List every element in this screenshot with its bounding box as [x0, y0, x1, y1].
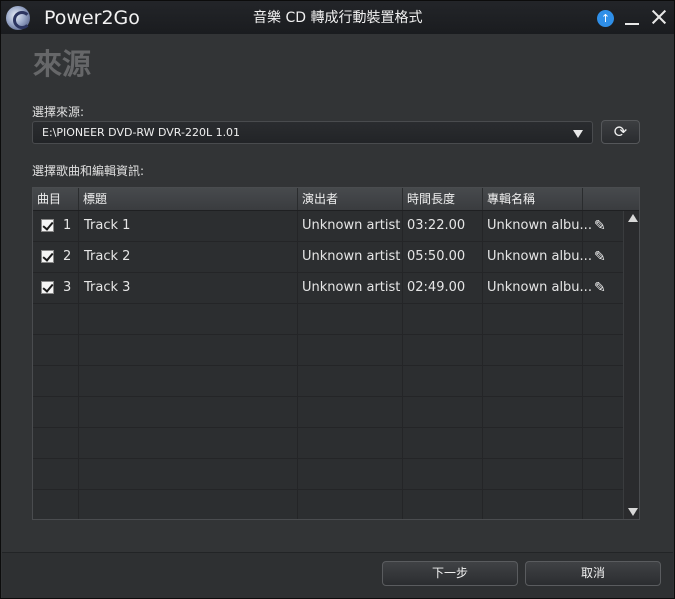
- scroll-up-arrow-icon[interactable]: [628, 214, 638, 222]
- window-title: 音樂 CD 轉成行動裝置格式: [253, 10, 423, 26]
- track-title: Track 2: [84, 249, 131, 264]
- minimize-button[interactable]: [625, 23, 639, 25]
- track-number: 2: [63, 249, 72, 264]
- column-header-track[interactable]: 曲目: [33, 188, 79, 210]
- track-title: Track 3: [84, 280, 131, 295]
- track-checkbox[interactable]: [41, 250, 54, 263]
- column-header-album[interactable]: 專輯名稱: [483, 188, 583, 210]
- vertical-scrollbar[interactable]: [623, 211, 639, 519]
- track-number: 3: [63, 280, 72, 295]
- cancel-button[interactable]: 取消: [525, 561, 661, 586]
- tracks-label: 選擇歌曲和編輯資訊:: [32, 164, 145, 178]
- table-header: 曲目 標題 演出者 時間長度 專輯名稱: [33, 188, 639, 211]
- page-title: 來源: [33, 47, 92, 81]
- track-table: 曲目 標題 演出者 時間長度 專輯名稱 1 Track 1 Unknown ar…: [32, 187, 640, 520]
- source-dropdown[interactable]: E:\PIONEER DVD-RW DVR-220L 1.01: [32, 121, 593, 144]
- track-duration: 02:49.00: [407, 280, 466, 295]
- power2go-logo-icon: [6, 6, 31, 30]
- refresh-button[interactable]: ⟳: [601, 120, 640, 144]
- empty-row: [33, 490, 623, 519]
- column-header-title[interactable]: 標題: [79, 188, 298, 210]
- empty-row: [33, 459, 623, 490]
- empty-row: [33, 397, 623, 428]
- edit-pencil-icon[interactable]: ✎: [594, 249, 608, 265]
- track-album: Unknown albu...: [487, 249, 592, 264]
- track-duration: 03:22.00: [407, 218, 466, 233]
- track-artist: Unknown artist: [302, 218, 401, 233]
- source-selected-value: E:\PIONEER DVD-RW DVR-220L 1.01: [42, 126, 241, 139]
- track-number: 1: [63, 218, 72, 233]
- edit-pencil-icon[interactable]: ✎: [594, 218, 608, 234]
- column-header-edit: [583, 188, 639, 210]
- column-header-duration[interactable]: 時間長度: [403, 188, 483, 210]
- next-button[interactable]: 下一步: [382, 561, 518, 586]
- track-album: Unknown albu...: [487, 218, 592, 233]
- scroll-down-arrow-icon[interactable]: [628, 508, 638, 516]
- track-album: Unknown albu...: [487, 280, 592, 295]
- empty-row: [33, 366, 623, 397]
- close-button[interactable]: [651, 8, 667, 26]
- empty-row: [33, 304, 623, 335]
- empty-row: [33, 428, 623, 459]
- track-title: Track 1: [84, 218, 131, 233]
- update-button[interactable]: ↑: [597, 10, 614, 27]
- chevron-down-icon: [573, 130, 583, 138]
- empty-row: [33, 335, 623, 366]
- source-label: 選擇來源:: [32, 105, 85, 119]
- table-row[interactable]: 1 Track 1 Unknown artist 03:22.00 Unknow…: [33, 211, 623, 242]
- track-checkbox[interactable]: [41, 219, 54, 232]
- title-bar[interactable]: Power2Go 音樂 CD 轉成行動裝置格式 ↑: [1, 1, 674, 34]
- track-artist: Unknown artist: [302, 249, 401, 264]
- column-header-artist[interactable]: 演出者: [298, 188, 403, 210]
- table-row[interactable]: 2 Track 2 Unknown artist 05:50.00 Unknow…: [33, 242, 623, 273]
- track-artist: Unknown artist: [302, 280, 401, 295]
- table-row[interactable]: 3 Track 3 Unknown artist 02:49.00 Unknow…: [33, 273, 623, 304]
- track-duration: 05:50.00: [407, 249, 466, 264]
- app-name: Power2Go: [44, 7, 140, 29]
- track-checkbox[interactable]: [41, 281, 54, 294]
- edit-pencil-icon[interactable]: ✎: [594, 280, 608, 296]
- main-window: Power2Go 音樂 CD 轉成行動裝置格式 ↑ 來源 選擇來源: E:\PI…: [0, 0, 675, 599]
